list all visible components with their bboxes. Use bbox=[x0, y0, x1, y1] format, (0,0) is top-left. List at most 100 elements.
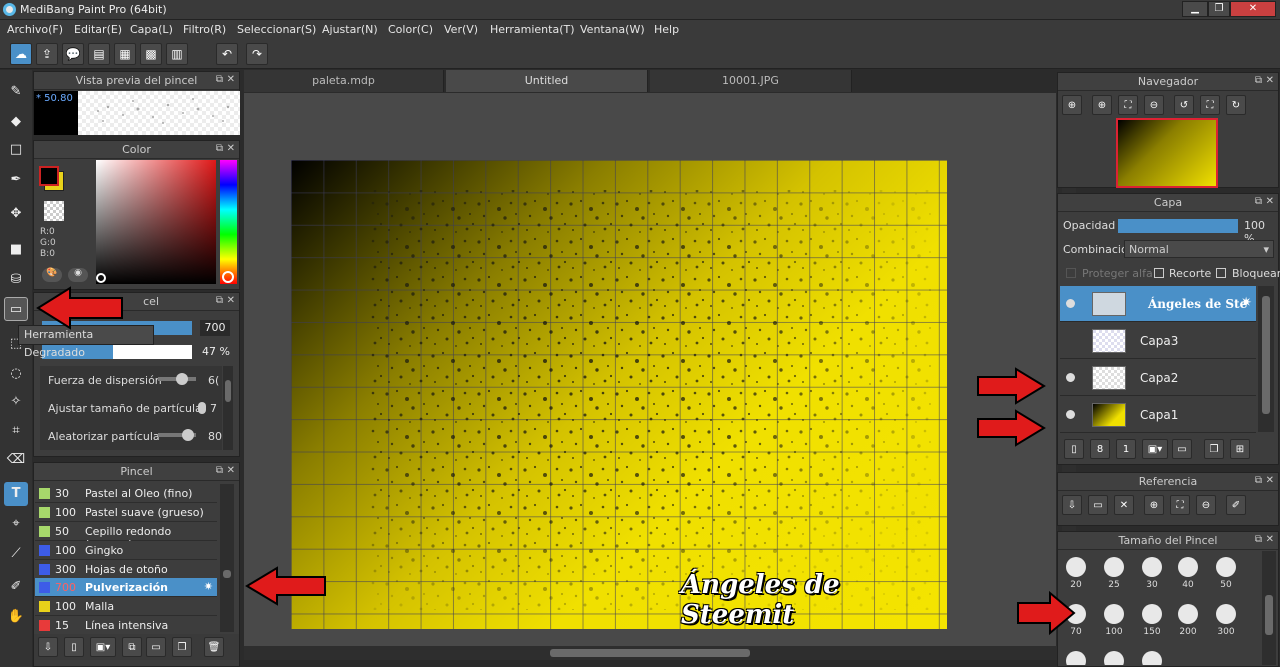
scroll-thumb[interactable] bbox=[225, 380, 231, 402]
bucket-tool-icon[interactable]: ⛁ bbox=[4, 268, 28, 292]
merge-icon[interactable]: ⊞ bbox=[1230, 439, 1250, 459]
hue-slider[interactable] bbox=[220, 160, 237, 284]
slider-knob[interactable] bbox=[176, 373, 188, 385]
zoom-out-icon[interactable]: ⊖ bbox=[1196, 495, 1216, 515]
scroll-thumb[interactable] bbox=[550, 649, 750, 657]
move-tool-icon[interactable]: ✥ bbox=[4, 202, 28, 226]
gradient-tool-icon[interactable]: ▭ bbox=[4, 297, 28, 321]
text-tool-icon[interactable]: T bbox=[4, 482, 28, 506]
duplicate-icon[interactable]: ❐ bbox=[1204, 439, 1224, 459]
trash-icon[interactable]: 🗑 bbox=[204, 637, 224, 657]
layer-8bit-icon[interactable]: 8 bbox=[1090, 439, 1110, 459]
navigator-thumbnail[interactable] bbox=[1116, 118, 1218, 188]
gear-icon[interactable]: ✷ bbox=[204, 580, 213, 593]
slider-knob[interactable] bbox=[198, 402, 206, 414]
hue-handle[interactable] bbox=[222, 271, 234, 283]
popout-icon[interactable]: ⧉ bbox=[1255, 475, 1262, 486]
popout-icon[interactable]: ⧉ bbox=[1255, 196, 1262, 207]
open-folder-icon[interactable]: ▭ bbox=[1088, 495, 1108, 515]
transparent-swatch[interactable] bbox=[44, 201, 64, 221]
comment-icon[interactable]: 💬 bbox=[62, 43, 84, 65]
palette-icon[interactable]: 🎨 bbox=[42, 268, 62, 282]
copy-brush-icon[interactable]: ⧉ bbox=[122, 637, 142, 657]
size-cell[interactable]: 100 bbox=[1096, 598, 1132, 642]
upload-icon[interactable]: ⇪ bbox=[36, 43, 58, 65]
menu-herramienta[interactable]: Herramienta(T) bbox=[490, 23, 575, 36]
document-canvas[interactable]: Ángeles de Steemit bbox=[291, 160, 947, 629]
select-pen-icon[interactable]: ⌗ bbox=[4, 419, 28, 443]
primary-color-swatch[interactable] bbox=[39, 166, 59, 186]
brush-item[interactable]: 30 Pastel al Oleo (fino) bbox=[35, 484, 217, 503]
size-cell[interactable]: 40 bbox=[1170, 551, 1206, 595]
protect-alpha-checkbox[interactable] bbox=[1066, 268, 1076, 278]
layer-1bit-icon[interactable]: 1 bbox=[1116, 439, 1136, 459]
close-panel-icon[interactable]: ✕ bbox=[227, 74, 235, 85]
size-cell[interactable]: 150 bbox=[1134, 598, 1170, 642]
popout-icon[interactable]: ⧉ bbox=[1255, 534, 1262, 545]
rotate-right-icon[interactable]: ↻ bbox=[1226, 95, 1246, 115]
close-panel-icon[interactable]: ✕ bbox=[227, 465, 235, 476]
layer-item[interactable]: Capa1 bbox=[1060, 397, 1256, 433]
cloud-download-icon[interactable]: ⇩ bbox=[1062, 495, 1082, 515]
select-eraser-icon[interactable]: ⌫ bbox=[4, 448, 28, 472]
cloud-icon[interactable]: ☁ bbox=[10, 43, 32, 65]
picker-handle[interactable] bbox=[96, 273, 106, 283]
saturation-value-picker[interactable] bbox=[96, 160, 216, 284]
minimize-button[interactable]: ▁ bbox=[1182, 1, 1208, 17]
folder-icon[interactable]: ▭ bbox=[1172, 439, 1192, 459]
close-panel-icon[interactable]: ✕ bbox=[227, 295, 235, 306]
layer-item-selected[interactable]: Ángeles de Ste ✷ bbox=[1060, 286, 1256, 322]
duplicate-icon[interactable]: ❐ bbox=[172, 637, 192, 657]
slider-knob[interactable] bbox=[182, 429, 194, 441]
lock-checkbox[interactable] bbox=[1216, 268, 1226, 278]
zoom-out-icon[interactable]: ⊖ bbox=[1144, 95, 1164, 115]
brush-item[interactable]: 100 Pastel suave (grueso) bbox=[35, 503, 217, 522]
size-cell[interactable]: 50 bbox=[1208, 551, 1244, 595]
cloud-download-icon[interactable]: ⇩ bbox=[38, 637, 58, 657]
brush-item[interactable]: 15 Línea intensiva bbox=[35, 616, 217, 635]
brush-list-scrollbar[interactable] bbox=[220, 484, 234, 632]
fit-icon[interactable]: ⛶ bbox=[1118, 95, 1138, 115]
lasso-tool-icon[interactable]: ◌ bbox=[4, 362, 28, 386]
size-cell[interactable]: 200 bbox=[1170, 598, 1206, 642]
size-value[interactable]: 700 bbox=[200, 320, 230, 336]
layer-scrollbar[interactable] bbox=[1258, 286, 1274, 432]
hand-tool-icon[interactable]: ✋ bbox=[4, 605, 28, 629]
magic-wand-icon[interactable]: ✧ bbox=[4, 390, 28, 414]
close-panel-icon[interactable]: ✕ bbox=[1266, 475, 1274, 486]
grid-icon[interactable]: ▩ bbox=[140, 43, 162, 65]
tab-paleta[interactable]: paleta.mdp bbox=[244, 70, 444, 92]
size-cell[interactable] bbox=[1096, 645, 1132, 665]
eyedropper-icon[interactable]: ✐ bbox=[1226, 495, 1246, 515]
zoom-icon[interactable]: ⊕ bbox=[1062, 95, 1082, 115]
chat-icon[interactable]: ▤ bbox=[88, 43, 110, 65]
popout-icon[interactable]: ⧉ bbox=[1255, 75, 1262, 86]
redo-icon[interactable]: ↷ bbox=[246, 43, 268, 65]
pen-tool-icon[interactable]: ✒ bbox=[4, 168, 28, 192]
layer-item[interactable]: Capa2 bbox=[1060, 360, 1256, 396]
fit-icon[interactable]: ⛶ bbox=[1170, 495, 1190, 515]
size-cell[interactable]: 25 bbox=[1096, 551, 1132, 595]
scroll-thumb[interactable] bbox=[1265, 595, 1273, 635]
params-scrollbar[interactable] bbox=[223, 366, 233, 450]
menu-help[interactable]: Help bbox=[654, 23, 679, 36]
eye-icon[interactable] bbox=[1066, 410, 1075, 419]
brush-item[interactable]: 300 Hojas de otoño bbox=[35, 560, 217, 579]
gear-icon[interactable]: ✷ bbox=[1240, 295, 1252, 311]
operation-tool-icon[interactable]: ⌖ bbox=[4, 512, 28, 536]
eyedropper-tool-icon[interactable]: ✐ bbox=[4, 575, 28, 599]
size-cell[interactable]: 30 bbox=[1134, 551, 1170, 595]
popout-icon[interactable]: ⧉ bbox=[216, 74, 223, 85]
menu-ajustar[interactable]: Ajustar(N) bbox=[322, 23, 378, 36]
undo-icon[interactable]: ↶ bbox=[216, 43, 238, 65]
close-panel-icon[interactable]: ✕ bbox=[227, 143, 235, 154]
zoom-in-icon[interactable]: ⊕ bbox=[1144, 495, 1164, 515]
popout-icon[interactable]: ⧉ bbox=[216, 465, 223, 476]
add-layer-menu-icon[interactable]: ▣▾ bbox=[1142, 439, 1168, 459]
close-panel-icon[interactable]: ✕ bbox=[1266, 75, 1274, 86]
close-panel-icon[interactable]: ✕ bbox=[1266, 534, 1274, 545]
zoom-in-icon[interactable]: ⊕ bbox=[1092, 95, 1112, 115]
new-layer-icon[interactable]: ▯ bbox=[1064, 439, 1084, 459]
popout-icon[interactable]: ⧉ bbox=[216, 143, 223, 154]
layer-opacity-slider[interactable] bbox=[1118, 219, 1238, 233]
